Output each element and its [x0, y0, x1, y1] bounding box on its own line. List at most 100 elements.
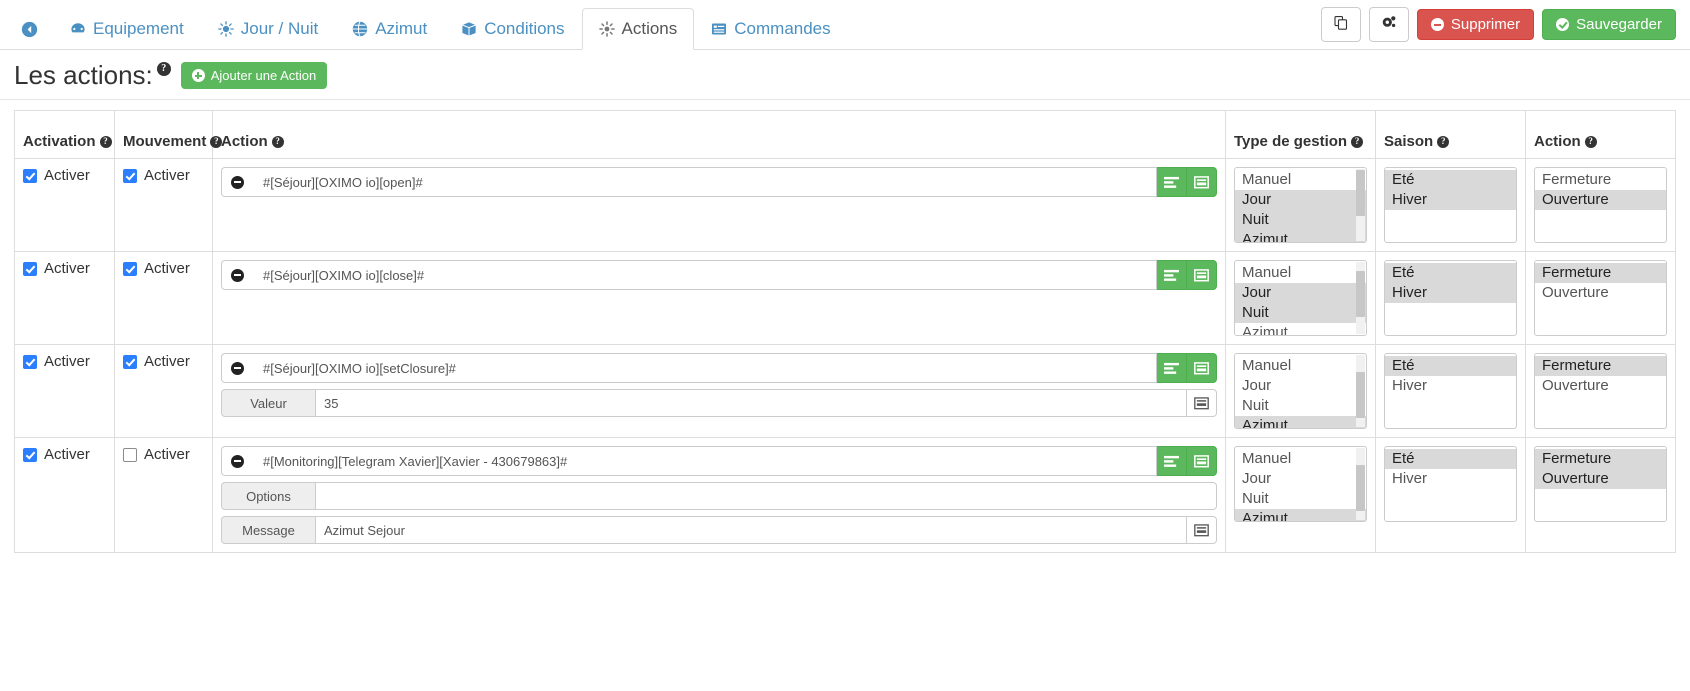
saison-listbox-option[interactable]: Eté: [1385, 356, 1516, 376]
expression-picker-button[interactable]: [1187, 353, 1217, 383]
nav-tab-azimut[interactable]: Azimut: [335, 8, 444, 50]
saison-listbox[interactable]: Eté Hiver: [1384, 167, 1517, 243]
type-gestion-listbox-option[interactable]: Azimut: [1235, 323, 1366, 335]
help-icon[interactable]: ?: [271, 135, 284, 148]
nav-tab-back[interactable]: [8, 8, 53, 50]
help-icon[interactable]: ?: [1437, 135, 1450, 148]
help-icon[interactable]: ?: [1584, 135, 1597, 148]
type-gestion-listbox-option[interactable]: Jour: [1235, 469, 1366, 489]
type-gestion-listbox[interactable]: Manuel Jour Nuit Azimut: [1234, 353, 1367, 429]
saison-listbox[interactable]: Eté Hiver: [1384, 353, 1517, 429]
activation-checkbox[interactable]: [23, 168, 37, 183]
help-icon[interactable]: ?: [210, 135, 223, 148]
save-button[interactable]: Sauvegarder: [1542, 9, 1676, 40]
action-listbox[interactable]: Fermeture Ouverture: [1534, 446, 1667, 522]
saison-listbox-option[interactable]: Eté: [1385, 263, 1516, 283]
remove-action-button[interactable]: [221, 167, 253, 197]
mouvement-checkbox[interactable]: [123, 354, 137, 369]
listbox-scroll-thumb[interactable]: [1356, 465, 1365, 511]
saison-listbox-option[interactable]: Hiver: [1385, 376, 1516, 396]
saison-listbox-option[interactable]: Hiver: [1385, 469, 1516, 489]
action-expression-input[interactable]: [253, 353, 1157, 383]
duplicate-button[interactable]: [1320, 7, 1361, 42]
subfield-input[interactable]: [316, 482, 1217, 510]
type-gestion-listbox-option[interactable]: Manuel: [1235, 356, 1366, 376]
expression-list-button[interactable]: [1157, 167, 1187, 197]
mouvement-toggle[interactable]: Activer: [123, 353, 204, 370]
expression-picker-button[interactable]: [1187, 167, 1217, 197]
type-gestion-listbox-option[interactable]: Jour: [1235, 283, 1366, 303]
nav-tab-conditions[interactable]: Conditions: [444, 8, 581, 50]
subfield-picker-button[interactable]: [1187, 516, 1217, 544]
nav-tab-actions[interactable]: Actions: [581, 8, 695, 50]
subfield-input[interactable]: [316, 516, 1187, 544]
saison-listbox-option[interactable]: Eté: [1385, 170, 1516, 190]
type-gestion-listbox[interactable]: Manuel Jour Nuit Azimut: [1234, 167, 1367, 243]
activation-toggle[interactable]: Activer: [23, 167, 106, 184]
expression-picker-button[interactable]: [1187, 260, 1217, 290]
action-listbox-option[interactable]: Fermeture: [1535, 170, 1666, 190]
nav-tab-commandes[interactable]: Commandes: [694, 8, 847, 50]
action-listbox-option[interactable]: Ouverture: [1535, 376, 1666, 396]
type-gestion-listbox-option[interactable]: Jour: [1235, 376, 1366, 396]
activation-checkbox[interactable]: [23, 354, 37, 369]
saison-listbox-option[interactable]: Hiver: [1385, 283, 1516, 303]
help-icon[interactable]: ?: [99, 135, 112, 148]
action-listbox-option[interactable]: Ouverture: [1535, 469, 1666, 489]
activation-toggle[interactable]: Activer: [23, 353, 106, 370]
expression-list-button[interactable]: [1157, 353, 1187, 383]
nav-tab-equipement[interactable]: Equipement: [53, 8, 201, 50]
remove-action-button[interactable]: [221, 353, 253, 383]
expression-list-button[interactable]: [1157, 446, 1187, 476]
mouvement-toggle[interactable]: Activer: [123, 260, 204, 277]
type-gestion-listbox[interactable]: Manuel Jour Nuit Azimut: [1234, 446, 1367, 522]
mouvement-checkbox[interactable]: [123, 168, 137, 183]
remove-action-button[interactable]: [221, 446, 253, 476]
expression-picker-button[interactable]: [1187, 446, 1217, 476]
activation-checkbox[interactable]: [23, 447, 37, 462]
type-gestion-listbox-option[interactable]: Nuit: [1235, 489, 1366, 509]
type-gestion-listbox-option[interactable]: Azimut: [1235, 509, 1366, 521]
type-gestion-listbox-option[interactable]: Azimut: [1235, 416, 1366, 428]
help-icon[interactable]: ?: [156, 62, 171, 76]
listbox-scroll-thumb[interactable]: [1356, 271, 1365, 317]
activation-toggle[interactable]: Activer: [23, 446, 106, 463]
saison-listbox[interactable]: Eté Hiver: [1384, 446, 1517, 522]
action-listbox-option[interactable]: Ouverture: [1535, 283, 1666, 303]
help-icon[interactable]: ?: [1351, 135, 1364, 148]
activation-checkbox[interactable]: [23, 261, 37, 276]
type-gestion-listbox[interactable]: Manuel Jour Nuit Azimut: [1234, 260, 1367, 336]
mouvement-checkbox[interactable]: [123, 447, 137, 462]
expression-list-button[interactable]: [1157, 260, 1187, 290]
listbox-scroll-thumb[interactable]: [1356, 170, 1365, 216]
saison-listbox-option[interactable]: Hiver: [1385, 190, 1516, 210]
type-gestion-listbox-option[interactable]: Nuit: [1235, 396, 1366, 416]
action-listbox-option[interactable]: Fermeture: [1535, 449, 1666, 469]
action-listbox[interactable]: Fermeture Ouverture: [1534, 353, 1667, 429]
type-gestion-listbox-option[interactable]: Nuit: [1235, 303, 1366, 323]
listbox-scroll-thumb[interactable]: [1356, 372, 1365, 418]
subfield-input[interactable]: [316, 389, 1187, 417]
nav-tab-jour-nuit[interactable]: Jour / Nuit: [201, 8, 335, 50]
action-listbox[interactable]: Fermeture Ouverture: [1534, 167, 1667, 243]
action-listbox[interactable]: Fermeture Ouverture: [1534, 260, 1667, 336]
type-gestion-listbox-option[interactable]: Azimut: [1235, 230, 1366, 242]
type-gestion-listbox-option[interactable]: Manuel: [1235, 449, 1366, 469]
action-listbox-option[interactable]: Ouverture: [1535, 190, 1666, 210]
action-expression-input[interactable]: [253, 260, 1157, 290]
action-expression-input[interactable]: [253, 167, 1157, 197]
subfield-picker-button[interactable]: [1187, 389, 1217, 417]
type-gestion-listbox-option[interactable]: Jour: [1235, 190, 1366, 210]
saison-listbox-option[interactable]: Eté: [1385, 449, 1516, 469]
saison-listbox[interactable]: Eté Hiver: [1384, 260, 1517, 336]
remove-action-button[interactable]: [221, 260, 253, 290]
action-listbox-option[interactable]: Fermeture: [1535, 356, 1666, 376]
activation-toggle[interactable]: Activer: [23, 260, 106, 277]
mouvement-toggle[interactable]: Activer: [123, 167, 204, 184]
mouvement-checkbox[interactable]: [123, 261, 137, 276]
add-action-button[interactable]: Ajouter une Action: [180, 62, 328, 89]
type-gestion-listbox-option[interactable]: Manuel: [1235, 170, 1366, 190]
mouvement-toggle[interactable]: Activer: [123, 446, 204, 463]
action-listbox-option[interactable]: Fermeture: [1535, 263, 1666, 283]
type-gestion-listbox-option[interactable]: Manuel: [1235, 263, 1366, 283]
